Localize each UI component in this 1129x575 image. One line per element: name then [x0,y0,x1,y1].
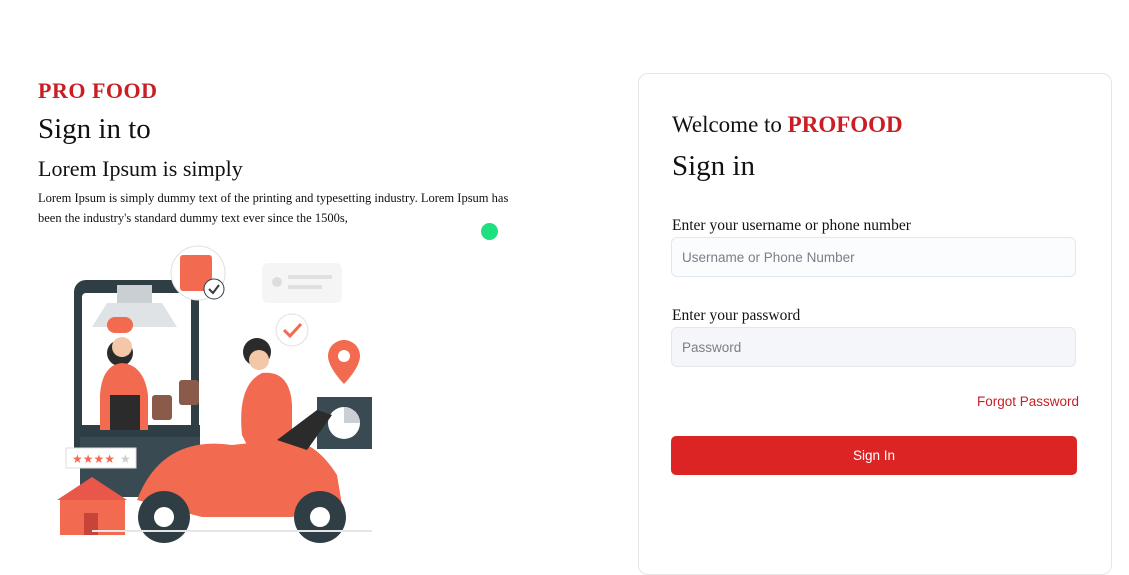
sign-in-card: Welcome to PROFOOD Sign in Enter your us… [638,73,1112,575]
welcome-brand: PROFOOD [787,112,903,137]
chef-hat-shape [107,317,133,333]
forgot-password-link[interactable]: Forgot Password [977,394,1079,409]
username-input[interactable] [671,237,1076,277]
welcome-heading: Welcome to PROFOOD [672,110,903,140]
status-dot [481,223,498,240]
sign-in-title: Sign in [672,150,755,182]
password-label: Enter your password [672,307,801,324]
hero-subheading: Lorem Ipsum is simply [38,156,243,181]
hero-section: PRO FOOD Sign in to Lorem Ipsum is simpl… [38,76,518,228]
delivery-scooter-illustration: ★★★★ ★ [57,245,372,543]
welcome-prefix: Welcome to [672,112,788,137]
svg-text:★: ★ [120,452,131,466]
hero-description: Lorem Ipsum is simply dummy text of the … [38,191,509,225]
hero-heading: Sign in to [38,113,151,145]
brand-logo-text: PRO FOOD [38,78,158,103]
sign-in-button[interactable]: Sign In [671,436,1077,475]
svg-text:★★★★: ★★★★ [72,452,115,466]
password-input[interactable] [671,327,1076,367]
username-label: Enter your username or phone number [672,217,911,234]
